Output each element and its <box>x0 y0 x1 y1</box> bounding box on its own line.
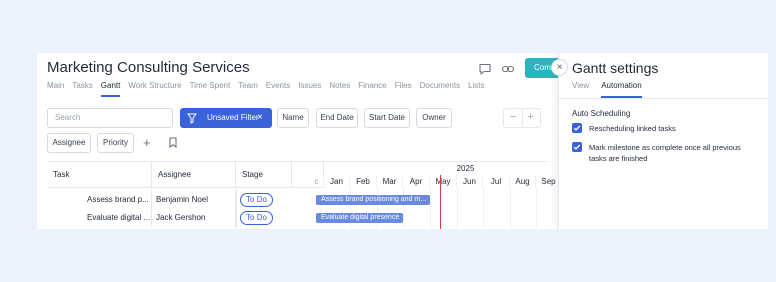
today-line <box>440 175 441 229</box>
add-sort-icon[interactable]: + <box>143 136 151 150</box>
tab-time-spent[interactable]: Time Spent <box>190 81 231 97</box>
gantt-settings-panel: × Gantt settings View Automation Auto Sc… <box>551 53 768 229</box>
search-input[interactable]: Search <box>47 108 173 128</box>
stage-badge[interactable]: To Do <box>240 193 273 207</box>
tab-events[interactable]: Events <box>266 81 290 97</box>
month-jun: Jun <box>457 175 483 188</box>
settings-title: Gantt settings <box>572 60 659 76</box>
task-cell[interactable]: Assess brand p... <box>47 191 152 209</box>
tab-notes[interactable]: Notes <box>329 81 350 97</box>
grid-line <box>483 188 484 229</box>
gantt-bar[interactable]: Evaluate digital presence <box>316 213 403 223</box>
tab-view[interactable]: View <box>572 81 589 98</box>
rescheduling-checkbox[interactable] <box>572 123 582 133</box>
year-label: 2025 <box>456 164 475 173</box>
milestone-label: Mark milestone as complete once all prev… <box>589 143 741 163</box>
assignee-sort-button[interactable]: Assignee <box>47 133 91 153</box>
month-aug: Aug <box>510 175 536 188</box>
priority-sort-button[interactable]: Priority <box>97 133 134 153</box>
page-title: Marketing Consulting Services <box>47 59 250 76</box>
month-may: May <box>430 175 457 188</box>
end-date-sort-button[interactable]: End Date <box>316 108 358 128</box>
zoom-in-button[interactable]: + <box>521 108 541 128</box>
filter-label: Unsaved Filter <box>207 113 259 122</box>
month-mar: Mar <box>377 175 403 188</box>
rescheduling-label: Rescheduling linked tasks <box>589 124 676 133</box>
link-icon[interactable] <box>501 62 515 76</box>
auto-scheduling-heading: Auto Scheduling <box>572 109 631 118</box>
gantt-bar[interactable]: Assess brand positioning and m... <box>316 195 430 205</box>
project-tabs: Main Tasks Gantt Work Structure Time Spe… <box>47 81 493 97</box>
task-cell[interactable]: Evaluate digital ... <box>47 209 152 227</box>
stage-badge[interactable]: To Do <box>240 211 273 225</box>
owner-sort-button[interactable]: Owner <box>416 108 452 128</box>
tab-automation[interactable]: Automation <box>601 81 642 98</box>
grid-line <box>536 188 537 229</box>
filter-button[interactable]: Unsaved Filter × <box>180 108 272 128</box>
tab-main[interactable]: Main <box>47 81 64 97</box>
tab-lists[interactable]: Lists <box>468 81 484 97</box>
assignee-cell[interactable]: Benjamin Noel <box>152 191 236 209</box>
tab-work-structure[interactable]: Work Structure <box>128 81 181 97</box>
settings-tabs: View Automation <box>572 81 654 98</box>
month-jul: Jul <box>483 175 510 188</box>
tab-documents[interactable]: Documents <box>420 81 460 97</box>
tab-finance[interactable]: Finance <box>358 81 386 97</box>
tab-gantt[interactable]: Gantt <box>100 81 121 97</box>
comment-icon[interactable] <box>478 62 492 76</box>
clear-filter-icon[interactable]: × <box>257 108 263 128</box>
grid-line <box>457 188 458 229</box>
start-date-sort-button[interactable]: Start Date <box>364 108 410 128</box>
column-stage[interactable]: Stage <box>236 162 292 188</box>
zoom-out-button[interactable]: − <box>503 108 523 128</box>
grid-line <box>510 188 511 229</box>
tab-files[interactable]: Files <box>395 81 412 97</box>
tab-issues[interactable]: Issues <box>298 81 321 97</box>
filter-icon <box>187 112 197 132</box>
name-sort-button[interactable]: Name <box>277 108 309 128</box>
gantt-grid: Task Assignee Stage Assess brand p... Be… <box>47 161 562 229</box>
close-icon[interactable]: × <box>551 59 568 76</box>
bookmark-icon[interactable] <box>168 137 178 151</box>
month-jan: Jan <box>324 175 350 188</box>
month-prefix: c <box>310 175 324 188</box>
assignee-cell[interactable]: Jack Gershon <box>152 209 236 227</box>
app-window: Marketing Consulting Services Main Tasks… <box>37 53 768 229</box>
divider <box>236 188 237 229</box>
divider <box>559 98 768 99</box>
month-apr: Apr <box>403 175 430 188</box>
tab-tasks[interactable]: Tasks <box>72 81 92 97</box>
month-feb: Feb <box>350 175 377 188</box>
column-task[interactable]: Task <box>47 162 152 188</box>
tab-team[interactable]: Team <box>238 81 258 97</box>
grid-line <box>430 188 431 229</box>
column-assignee[interactable]: Assignee <box>152 162 236 188</box>
milestone-checkbox[interactable] <box>572 142 582 152</box>
